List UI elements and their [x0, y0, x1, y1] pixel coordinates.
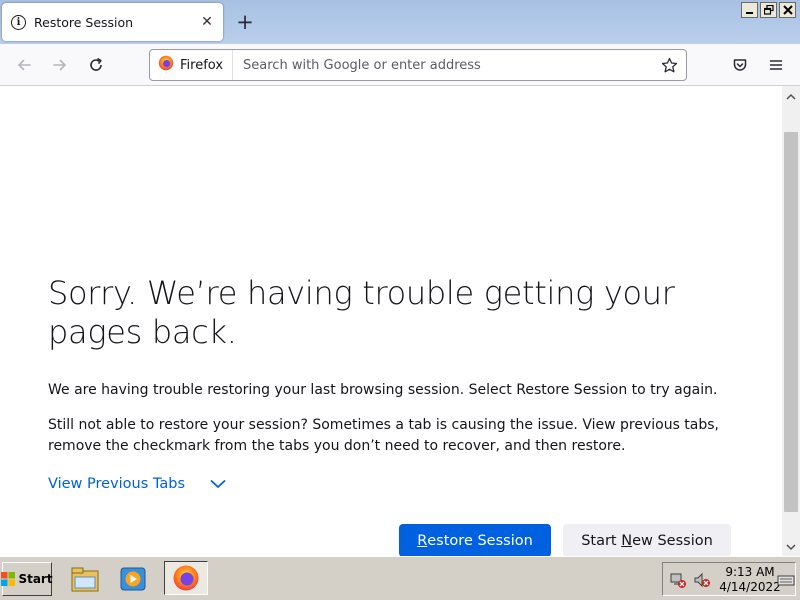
- new-session-label-rest: ew Session: [632, 532, 713, 549]
- clock-time[interactable]: 9:13 AM: [717, 565, 783, 579]
- firefox-taskbar-button[interactable]: [164, 561, 208, 595]
- restore-icon[interactable]: [760, 2, 777, 18]
- start-new-session-button[interactable]: Start New Session: [563, 524, 731, 556]
- chevron-down-icon: [209, 477, 229, 491]
- page-content: Sorry. We’re having trouble getting your…: [0, 86, 782, 556]
- tab-strip: i Restore Session ✕ +: [0, 0, 800, 44]
- identity-box[interactable]: Firefox: [150, 50, 234, 80]
- tab-restore-session[interactable]: i Restore Session ✕: [2, 3, 223, 41]
- chevron-down-icon[interactable]: [782, 538, 800, 556]
- system-tray: 9:13 AM 4/14/2022: [662, 562, 796, 596]
- clock-date[interactable]: 4/14/2022: [717, 580, 783, 594]
- pocket-icon[interactable]: [727, 52, 753, 78]
- arrow-left-icon[interactable]: [11, 52, 37, 78]
- start-button[interactable]: Start: [1, 562, 53, 596]
- media-player-icon[interactable]: [116, 563, 150, 595]
- window-controls: [741, 2, 796, 18]
- navigation-toolbar: Firefox Search with Google or enter addr…: [0, 44, 800, 86]
- restore-session-button[interactable]: Restore Session: [399, 524, 551, 556]
- restore-accesskey: R: [417, 532, 428, 549]
- tab-title: Restore Session: [34, 14, 134, 30]
- volume-muted-icon[interactable]: [693, 571, 711, 589]
- windows-logo-icon: [1, 572, 16, 586]
- chevron-up-icon[interactable]: [782, 88, 800, 106]
- start-label: Start: [18, 572, 53, 586]
- vertical-scrollbar[interactable]: [782, 86, 800, 556]
- view-previous-tabs-toggle[interactable]: View Previous Tabs: [48, 476, 229, 492]
- address-input[interactable]: Search with Google or enter address: [243, 58, 656, 73]
- info-icon: i: [11, 14, 26, 30]
- reload-icon[interactable]: [83, 52, 109, 78]
- restore-label: estore Session: [427, 532, 533, 549]
- arrow-right-icon[interactable]: [47, 52, 73, 78]
- identity-label: Firefox: [180, 57, 224, 73]
- view-previous-tabs-label: View Previous Tabs: [48, 476, 186, 492]
- file-manager-icon[interactable]: [68, 563, 102, 595]
- minimize-icon[interactable]: [741, 2, 758, 18]
- url-bar[interactable]: Firefox Search with Google or enter addr…: [149, 49, 687, 81]
- page-title: Sorry. We’re having trouble getting your…: [48, 274, 675, 351]
- network-disconnected-icon[interactable]: [669, 571, 687, 589]
- plus-icon[interactable]: +: [233, 10, 257, 34]
- new-session-label-start: Start: [581, 532, 622, 549]
- keyboard-icon[interactable]: [777, 571, 795, 589]
- firefox-icon: [158, 55, 174, 75]
- close-tab-icon[interactable]: ✕: [197, 12, 217, 32]
- error-message: We are having trouble restoring your las…: [48, 382, 718, 398]
- taskbar: Start 9:13 AM 4/14/2022: [0, 556, 800, 600]
- new-session-accesskey: N: [621, 532, 633, 549]
- error-help-message: Still not able to restore your session? …: [48, 417, 720, 454]
- star-icon[interactable]: [656, 52, 682, 78]
- close-window-icon[interactable]: [779, 2, 796, 18]
- hamburger-menu-icon[interactable]: [763, 52, 789, 78]
- scrollbar-thumb[interactable]: [784, 132, 798, 512]
